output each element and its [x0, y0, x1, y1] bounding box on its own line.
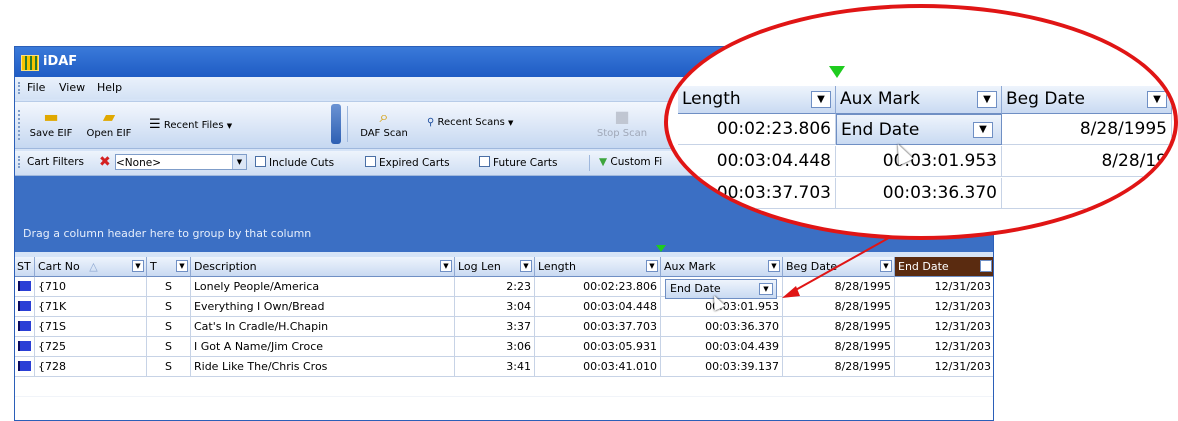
chevron-down-icon: ▼: [1147, 91, 1167, 108]
zoom-header-label: Length: [682, 89, 741, 109]
magnified-callout: Length ▼ Aux Mark ▼ Beg Date ▼ 00:02:23.…: [664, 4, 1178, 240]
zoom-cell-beg-date: [1002, 178, 1172, 209]
chevron-down-icon: ▼: [811, 91, 831, 108]
zoom-header-length: Length ▼: [678, 86, 836, 114]
zoom-cell-beg-date-text: 8/28/19: [1101, 151, 1167, 171]
zoom-cell-beg-date: 8/28/19: [1002, 146, 1172, 177]
zoom-dragged-header: End Date ▼: [836, 114, 1002, 145]
zoom-cell-aux-mark: 00:03:01.953: [836, 146, 1002, 177]
drop-target-arrow-icon: [829, 66, 845, 78]
chevron-down-icon: ▼: [973, 122, 993, 138]
zoom-cell-length-text: 00:02:23.806: [716, 119, 831, 139]
zoom-header-label: Beg Date: [1006, 89, 1085, 109]
zoom-cell-beg-date-text: 8/28/1995: [1079, 119, 1167, 139]
zoom-header-label: Aux Mark: [840, 89, 920, 109]
callout-arrow-head: [782, 286, 800, 298]
zoom-header-beg-date: Beg Date ▼: [1002, 86, 1172, 114]
zoom-cell-length: 00:03:04.448: [678, 146, 836, 177]
zoom-cell-beg-date: 8/28/1995: [1002, 114, 1172, 145]
zoom-cell-aux-mark: 00:03:36.370: [836, 178, 1002, 209]
zoom-cell-length-text: 00:03:04.448: [716, 151, 831, 171]
zoom-header-aux-mark: Aux Mark ▼: [836, 86, 1002, 114]
zoom-cell-length-text: 00:03:37.703: [716, 183, 831, 203]
zoom-cell-length: 00:03:37.703: [678, 178, 836, 209]
zoom-cell-length: 00:02:23.806: [678, 114, 836, 145]
zoom-cell-aux-mark-text: End Date: [841, 120, 920, 140]
zoom-cell-aux-mark-text: 00:03:36.370: [882, 183, 997, 203]
chevron-down-icon: ▼: [977, 91, 997, 108]
